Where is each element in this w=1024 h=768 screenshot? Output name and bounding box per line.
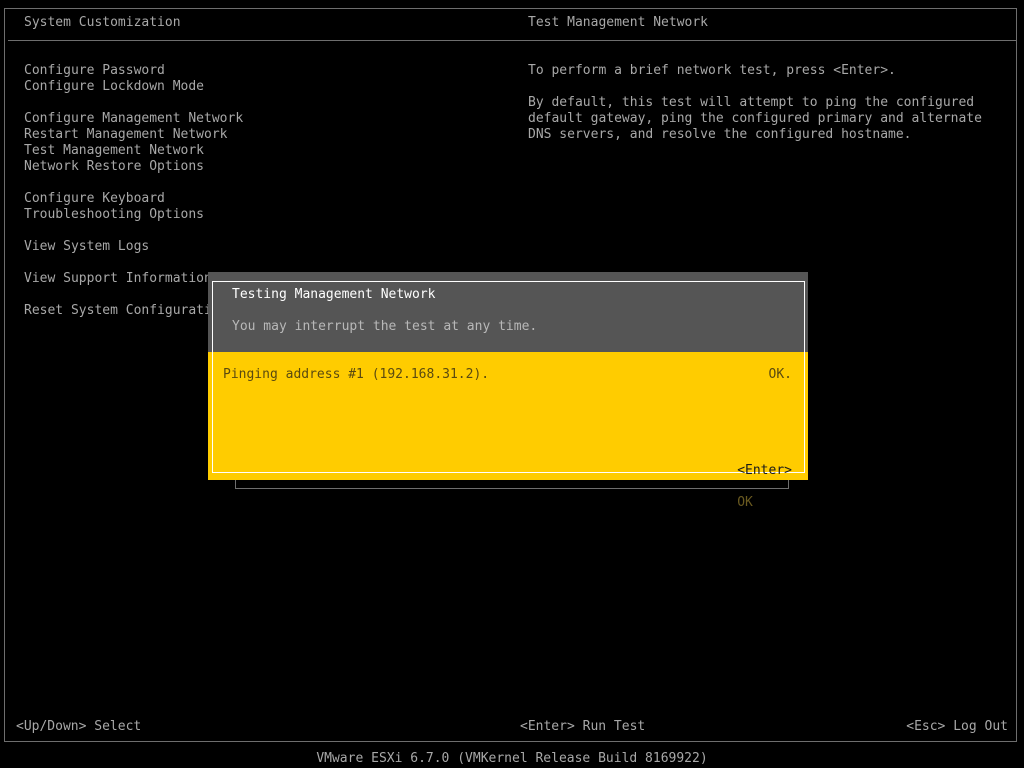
network-test-dialog: Testing Management Network You may inter… — [208, 272, 808, 510]
menu-item-test-management-network[interactable]: Test Management Network — [24, 143, 243, 159]
ping-result-text: Pinging address #1 (192.168.31.2). — [223, 367, 490, 382]
right-pane-title: Test Management Network — [528, 15, 709, 30]
description-panel: To perform a brief network test, press <… — [528, 63, 1008, 143]
menu-item-configure-management-network[interactable]: Configure Management Network — [24, 111, 243, 127]
ping-result-row: Pinging address #1 (192.168.31.2). OK. — [223, 367, 792, 383]
menu-item-restart-management-network[interactable]: Restart Management Network — [24, 127, 243, 143]
version-banner: VMware ESXi 6.7.0 (VMKernel Release Buil… — [316, 751, 708, 766]
left-pane-title: System Customization — [24, 15, 181, 30]
menu-item-network-restore-options[interactable]: Network Restore Options — [24, 159, 243, 175]
description-instruction: To perform a brief network test, press <… — [528, 63, 896, 78]
menu-item-configure-password[interactable]: Configure Password — [24, 63, 243, 79]
enter-key-label: <Enter> — [737, 463, 792, 478]
hint-run-test: <Enter> Run Test — [520, 719, 646, 734]
menu-item-view-system-logs[interactable]: View System Logs — [24, 239, 243, 255]
dialog-title: Testing Management Network — [232, 287, 436, 302]
menu-item-configure-keyboard[interactable]: Configure Keyboard — [24, 191, 243, 207]
hint-select: <Up/Down> Select — [16, 719, 142, 734]
dialog-subtitle: You may interrupt the test at any time. — [232, 319, 538, 334]
menu-item-configure-lockdown-mode[interactable]: Configure Lockdown Mode — [24, 79, 243, 95]
menu-item-troubleshooting-options[interactable]: Troubleshooting Options — [24, 207, 243, 223]
ping-result-status: OK. — [768, 367, 792, 382]
dialog-ok-button[interactable]: <Enter> OK — [706, 447, 792, 527]
description-details: By default, this test will attempt to pi… — [528, 95, 982, 142]
ok-label: OK — [737, 495, 753, 510]
hint-log-out: <Esc> Log Out — [906, 719, 1008, 734]
header-divider — [8, 40, 1016, 41]
